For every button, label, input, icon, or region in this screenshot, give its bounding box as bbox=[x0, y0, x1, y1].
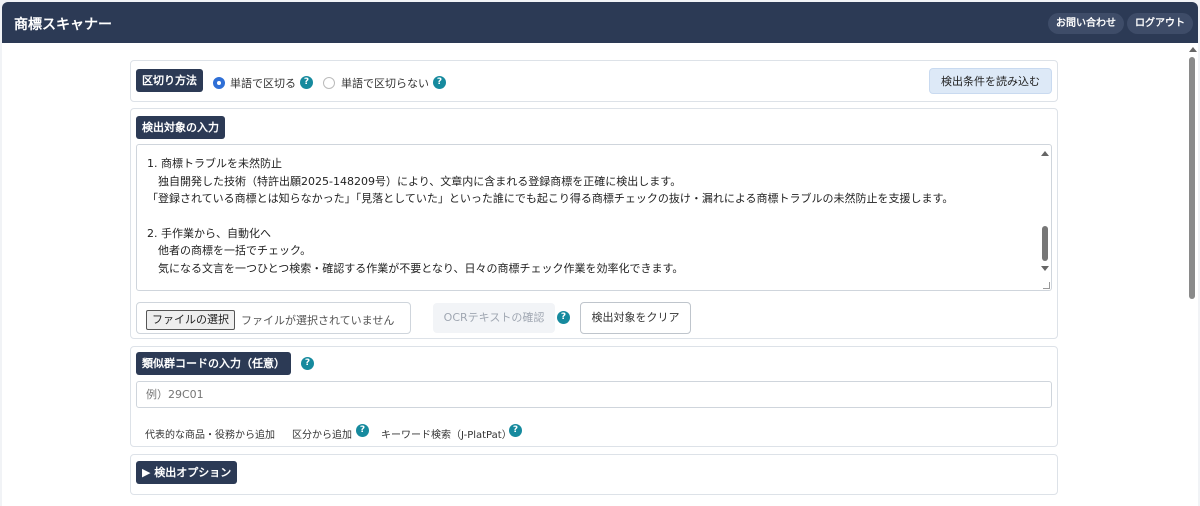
similar-code-input[interactable] bbox=[136, 381, 1052, 408]
help-icon[interactable]: ? bbox=[433, 76, 446, 89]
textarea-line: 「登録されている商標とは知らなかった」「見落としていた」といった誰にでも起こり得… bbox=[147, 192, 954, 205]
page-scrollbar-thumb[interactable] bbox=[1189, 57, 1195, 299]
radio-split-word[interactable] bbox=[213, 77, 225, 89]
split-method-label: 区切り方法 bbox=[136, 69, 203, 92]
textarea-scrollbar-thumb[interactable] bbox=[1042, 226, 1048, 261]
detection-target-panel: 検出対象の入力 1. 商標トラブルを未然防止 独自開発した技術（特許出願2025… bbox=[130, 108, 1058, 339]
textarea-line: 独自開発した技術（特許出願2025-148209号）により、文章内に含まれる登録… bbox=[147, 175, 682, 188]
textarea-line: 1. 商標トラブルを未然防止 bbox=[147, 157, 282, 170]
help-icon[interactable]: ? bbox=[557, 311, 570, 324]
file-status-text: ファイルが選択されていません bbox=[241, 314, 395, 327]
app-header: 商標スキャナー お問い合わせ ログアウト bbox=[2, 2, 1198, 43]
load-conditions-button[interactable]: 検出条件を読み込む bbox=[929, 68, 1052, 94]
textarea-line: 他者の商標を一括でチェック。 bbox=[147, 244, 312, 257]
clear-target-button[interactable]: 検出対象をクリア bbox=[580, 302, 691, 334]
textarea-line: 2. 手作業から、自動化へ bbox=[147, 227, 271, 240]
logout-button[interactable]: ログアウト bbox=[1127, 13, 1193, 34]
help-icon[interactable]: ? bbox=[509, 424, 522, 437]
help-icon[interactable]: ? bbox=[301, 357, 314, 370]
add-from-goods-link[interactable]: 代表的な商品・役務から追加 bbox=[145, 426, 275, 441]
file-input[interactable]: ファイルの選択 ファイルが選択されていません bbox=[136, 302, 411, 334]
similar-code-panel: 類似群コードの入力（任意） ? 代表的な商品・役務から追加 区分から追加 ? キ… bbox=[130, 346, 1058, 447]
scroll-up-arrow-icon[interactable] bbox=[1189, 47, 1197, 52]
choose-file-button[interactable]: ファイルの選択 bbox=[146, 310, 235, 330]
add-from-class-link[interactable]: 区分から追加 bbox=[292, 426, 352, 441]
similar-code-label: 類似群コードの入力（任意） bbox=[136, 352, 291, 375]
textarea-scroll-down-icon[interactable] bbox=[1041, 266, 1049, 271]
app-title: 商標スキャナー bbox=[14, 17, 112, 33]
help-icon[interactable]: ? bbox=[356, 424, 369, 437]
detection-options-panel: ▶ 検出オプション bbox=[130, 454, 1058, 495]
page-scrollbar[interactable] bbox=[1186, 43, 1198, 506]
keyword-search-link[interactable]: キーワード検索（J-PlatPat） bbox=[381, 426, 512, 441]
contact-button[interactable]: お問い合わせ bbox=[1048, 13, 1124, 34]
detection-options-toggle[interactable]: ▶ 検出オプション bbox=[136, 461, 238, 484]
radio-split-noword-label[interactable]: 単語で区切らない bbox=[341, 75, 429, 91]
resize-handle-icon[interactable] bbox=[1043, 282, 1050, 289]
detection-target-label: 検出対象の入力 bbox=[136, 116, 225, 139]
radio-split-word-label[interactable]: 単語で区切る bbox=[230, 75, 296, 91]
ocr-check-button[interactable]: OCRテキストの確認 bbox=[433, 303, 555, 333]
textarea-scroll-up-icon[interactable] bbox=[1041, 151, 1049, 156]
textarea-line: 気になる文言を一つひとつ検索・確認する作業が不要となり、日々の商標チェック作業を… bbox=[147, 262, 684, 275]
detection-target-textarea[interactable]: 1. 商標トラブルを未然防止 独自開発した技術（特許出願2025-148209号… bbox=[136, 144, 1052, 291]
split-method-panel: 区切り方法 単語で区切る ? 単語で区切らない ? 検出条件を読み込む bbox=[130, 60, 1058, 102]
radio-split-noword[interactable] bbox=[323, 77, 335, 89]
help-icon[interactable]: ? bbox=[300, 76, 313, 89]
